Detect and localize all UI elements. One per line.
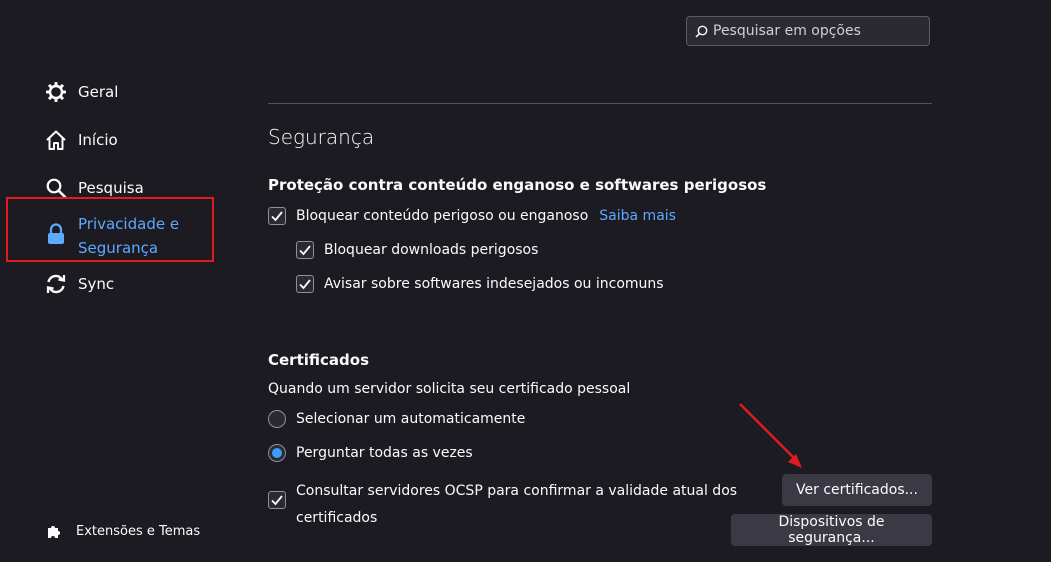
sidebar-item-label: Pesquisa: [78, 179, 144, 197]
block-dangerous-checkbox[interactable]: [268, 207, 286, 225]
radio-auto-label[interactable]: Selecionar um automaticamente: [296, 411, 525, 427]
certificates-prompt: Quando um servidor solicita seu certific…: [268, 381, 631, 397]
sidebar-item-general[interactable]: Geral: [44, 80, 118, 104]
ocsp-row: Consultar servidores OCSP para confirmar…: [268, 478, 737, 532]
warn-unwanted-label[interactable]: Avisar sobre softwares indesejados ou in…: [324, 276, 664, 292]
radio-auto-row: Selecionar um automaticamente: [268, 410, 525, 428]
certificates-title: Certificados: [268, 351, 369, 369]
puzzle-icon: [46, 522, 64, 540]
sidebar-item-home[interactable]: Início: [44, 128, 118, 152]
ocsp-label-line1[interactable]: Consultar servidores OCSP para confirmar…: [296, 478, 737, 505]
home-icon: [44, 128, 68, 152]
gear-icon: [44, 80, 68, 104]
radio-auto[interactable]: [268, 410, 286, 428]
radio-selected-dot: [272, 448, 282, 458]
search-input[interactable]: [713, 23, 929, 39]
block-dangerous-row: Bloquear conteúdo perigoso ou enganoso S…: [268, 207, 676, 225]
sync-icon: [44, 272, 68, 296]
checkmark-icon: [299, 245, 311, 256]
highlight-box: [6, 197, 214, 262]
sidebar-item-label: Extensões e Temas: [76, 523, 201, 539]
view-certificates-button[interactable]: Ver certificados...: [782, 474, 932, 506]
block-downloads-label[interactable]: Bloquear downloads perigosos: [324, 242, 538, 258]
divider: [268, 103, 932, 104]
sidebar-item-label: Início: [78, 131, 118, 149]
radio-ask[interactable]: [268, 444, 286, 462]
sidebar-item-extensions[interactable]: Extensões e Temas: [46, 522, 200, 540]
checkmark-icon: [271, 211, 283, 222]
annotation-arrow-icon: [739, 403, 802, 468]
block-downloads-row: Bloquear downloads perigosos: [296, 241, 538, 259]
search-box[interactable]: [686, 16, 930, 46]
sidebar-item-sync[interactable]: Sync: [44, 272, 114, 296]
search-icon: [695, 24, 709, 38]
warn-unwanted-checkbox[interactable]: [296, 275, 314, 293]
block-downloads-checkbox[interactable]: [296, 241, 314, 259]
learn-more-link[interactable]: Saiba mais: [599, 208, 676, 224]
ocsp-checkbox[interactable]: [268, 491, 286, 509]
warn-unwanted-row: Avisar sobre softwares indesejados ou in…: [296, 275, 664, 293]
block-dangerous-label[interactable]: Bloquear conteúdo perigoso ou enganoso: [296, 208, 588, 224]
radio-ask-label[interactable]: Perguntar todas as vezes: [296, 445, 473, 461]
ocsp-label-line2[interactable]: certificados: [296, 505, 737, 532]
checkmark-icon: [299, 279, 311, 290]
sidebar-item-label: Sync: [78, 275, 115, 293]
checkmark-icon: [271, 495, 283, 506]
section-heading-security: Segurança: [268, 125, 375, 149]
security-devices-button[interactable]: Dispositivos de segurança...: [731, 514, 932, 546]
protection-title: Proteção contra conteúdo enganoso e soft…: [268, 176, 767, 194]
radio-ask-row: Perguntar todas as vezes: [268, 444, 473, 462]
sidebar-item-label: Geral: [78, 83, 119, 101]
